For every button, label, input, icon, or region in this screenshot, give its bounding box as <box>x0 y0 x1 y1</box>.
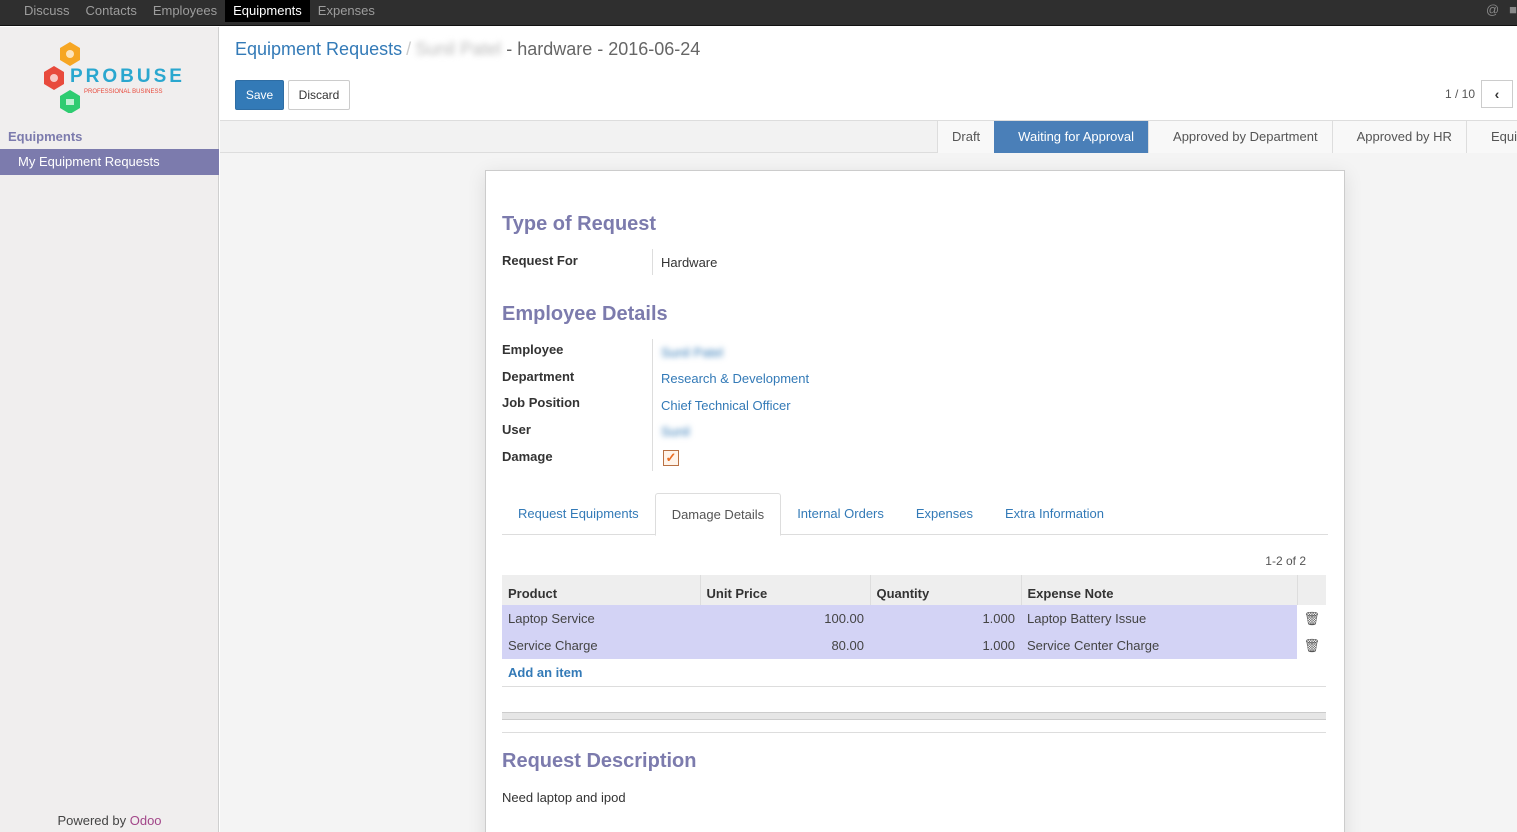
employee-label: Employee <box>502 342 564 357</box>
tab-internal-orders[interactable]: Internal Orders <box>781 493 900 535</box>
column-product[interactable]: Product <box>502 575 700 605</box>
section-separator <box>502 712 1326 720</box>
cell-unit-price[interactable]: 80.00 <box>700 632 870 659</box>
nav-employees[interactable]: Employees <box>145 0 225 22</box>
save-button[interactable]: Save <box>235 80 284 110</box>
stage-approved-by-hr[interactable]: Approved by HR <box>1331 121 1466 153</box>
tab-expenses[interactable]: Expenses <box>900 493 989 535</box>
stage-approved-by-department[interactable]: Approved by Department <box>1148 121 1332 153</box>
nav-expenses[interactable]: Expenses <box>310 0 383 22</box>
logo-text: PROBUSE <box>70 66 185 87</box>
add-an-item-link[interactable]: Add an item <box>508 665 582 680</box>
record-count: 1-2 of 2 <box>1265 554 1306 568</box>
sidebar-item-my-equipment-requests[interactable]: My Equipment Requests <box>0 149 219 175</box>
cell-quantity[interactable]: 1.000 <box>870 605 1021 632</box>
damage-label: Damage <box>502 449 553 464</box>
table-row[interactable]: Service Charge 80.00 1.000 Service Cente… <box>502 632 1326 659</box>
section-type-of-request: Type of Request <box>502 213 657 235</box>
control-panel: Equipment Requests / Sunil Patel - hardwar… <box>220 27 1517 121</box>
record-title: - hardware - 2016-06-24 <box>506 39 701 59</box>
job-position-label: Job Position <box>502 395 580 410</box>
cell-expense-note[interactable]: Laptop Battery Issue <box>1021 605 1298 632</box>
cell-expense-note[interactable]: Service Center Charge <box>1021 632 1298 659</box>
job-position-value[interactable]: Chief Technical Officer <box>661 398 791 413</box>
table-header: Product Unit Price Quantity Expense Note <box>502 575 1326 605</box>
nav-equipments[interactable]: Equipments <box>225 0 310 22</box>
stage-waiting-for-approval[interactable]: Waiting for Approval <box>994 121 1149 153</box>
section-divider <box>502 732 1326 733</box>
form-sheet: Type of Request Request For Hardware Emp… <box>485 170 1345 832</box>
top-navbar: Discuss Contacts Employees Equipments Ex… <box>0 0 1517 26</box>
trash-icon[interactable]: 🗑 <box>1297 632 1326 659</box>
tab-extra-information[interactable]: Extra Information <box>989 493 1120 535</box>
logo-subtext: PROFESSIONAL BUSINESS <box>84 89 163 95</box>
stage-list: Draft Waiting for Approval Approved by D… <box>937 121 1517 153</box>
column-unit-price[interactable]: Unit Price <box>699 575 870 605</box>
odoo-link[interactable]: Odoo <box>130 813 162 828</box>
section-request-description: Request Description <box>502 750 697 772</box>
app-menu: Discuss Contacts Employees Equipments Ex… <box>0 0 1517 26</box>
stage-equipment[interactable]: Equipm <box>1465 121 1517 153</box>
record-name-blurred: Sunil Patel <box>415 39 502 59</box>
sidebar: PROBUSE PROFESSIONAL BUSINESS Equipments… <box>0 27 219 832</box>
cell-product[interactable]: Service Charge <box>502 632 700 659</box>
breadcrumb: Equipment Requests / Sunil Patel - hardwar… <box>235 39 700 60</box>
table-row[interactable]: Laptop Service 100.00 1.000 Laptop Batte… <box>502 605 1326 632</box>
field-divider <box>652 339 653 471</box>
employee-value[interactable]: Sunil Patel <box>661 345 723 360</box>
cell-product[interactable]: Laptop Service <box>502 605 700 632</box>
field-divider <box>652 249 653 275</box>
user-label: User <box>502 422 531 437</box>
company-logo: PROBUSE PROFESSIONAL BUSINESS <box>40 41 190 114</box>
powered-by: Powered by Odoo <box>0 813 219 828</box>
form-content: Type of Request Request For Hardware Emp… <box>220 153 1517 832</box>
breadcrumb-root[interactable]: Equipment Requests <box>235 39 402 59</box>
request-description-text[interactable]: Need laptop and ipod <box>502 790 626 805</box>
sidebar-section-equipments: Equipments <box>8 129 83 144</box>
breadcrumb-separator: / <box>406 39 412 59</box>
discard-button[interactable]: Discard <box>288 80 350 110</box>
trash-icon[interactable]: 🗑 <box>1297 605 1326 632</box>
cell-unit-price[interactable]: 100.00 <box>700 605 870 632</box>
section-employee-details: Employee Details <box>502 303 668 325</box>
powered-prefix: Powered by <box>57 813 127 828</box>
nav-contacts[interactable]: Contacts <box>78 0 145 22</box>
damage-lines-table: Product Unit Price Quantity Expense Note… <box>502 575 1326 687</box>
column-quantity[interactable]: Quantity <box>869 575 1021 605</box>
chat-icon[interactable]: ■ <box>1509 2 1517 17</box>
column-actions <box>1296 575 1326 605</box>
notebook-tabs: Request Equipments Damage Details Intern… <box>502 493 1328 536</box>
stage-draft[interactable]: Draft <box>937 121 995 153</box>
department-value[interactable]: Research & Development <box>661 371 809 386</box>
column-expense-note[interactable]: Expense Note <box>1020 575 1298 605</box>
request-for-value[interactable]: Hardware <box>661 255 717 270</box>
top-right-icons: @ ■ <box>1486 2 1517 17</box>
user-value[interactable]: Sunil <box>661 424 690 439</box>
request-for-label: Request For <box>502 253 578 268</box>
tab-request-equipments[interactable]: Request Equipments <box>502 493 655 535</box>
cell-quantity[interactable]: 1.000 <box>870 632 1021 659</box>
add-item-row: Add an item <box>502 659 1326 687</box>
at-icon[interactable]: @ <box>1486 2 1499 17</box>
pager-value: 1 / 10 <box>1444 87 1475 101</box>
nav-discuss[interactable]: Discuss <box>16 0 78 22</box>
department-label: Department <box>502 369 575 384</box>
chevron-left-icon[interactable]: ‹ <box>1481 80 1513 108</box>
damage-checkbox[interactable]: ✓ <box>663 450 679 466</box>
status-bar: Draft Waiting for Approval Approved by D… <box>220 121 1517 153</box>
tab-damage-details[interactable]: Damage Details <box>654 493 782 536</box>
